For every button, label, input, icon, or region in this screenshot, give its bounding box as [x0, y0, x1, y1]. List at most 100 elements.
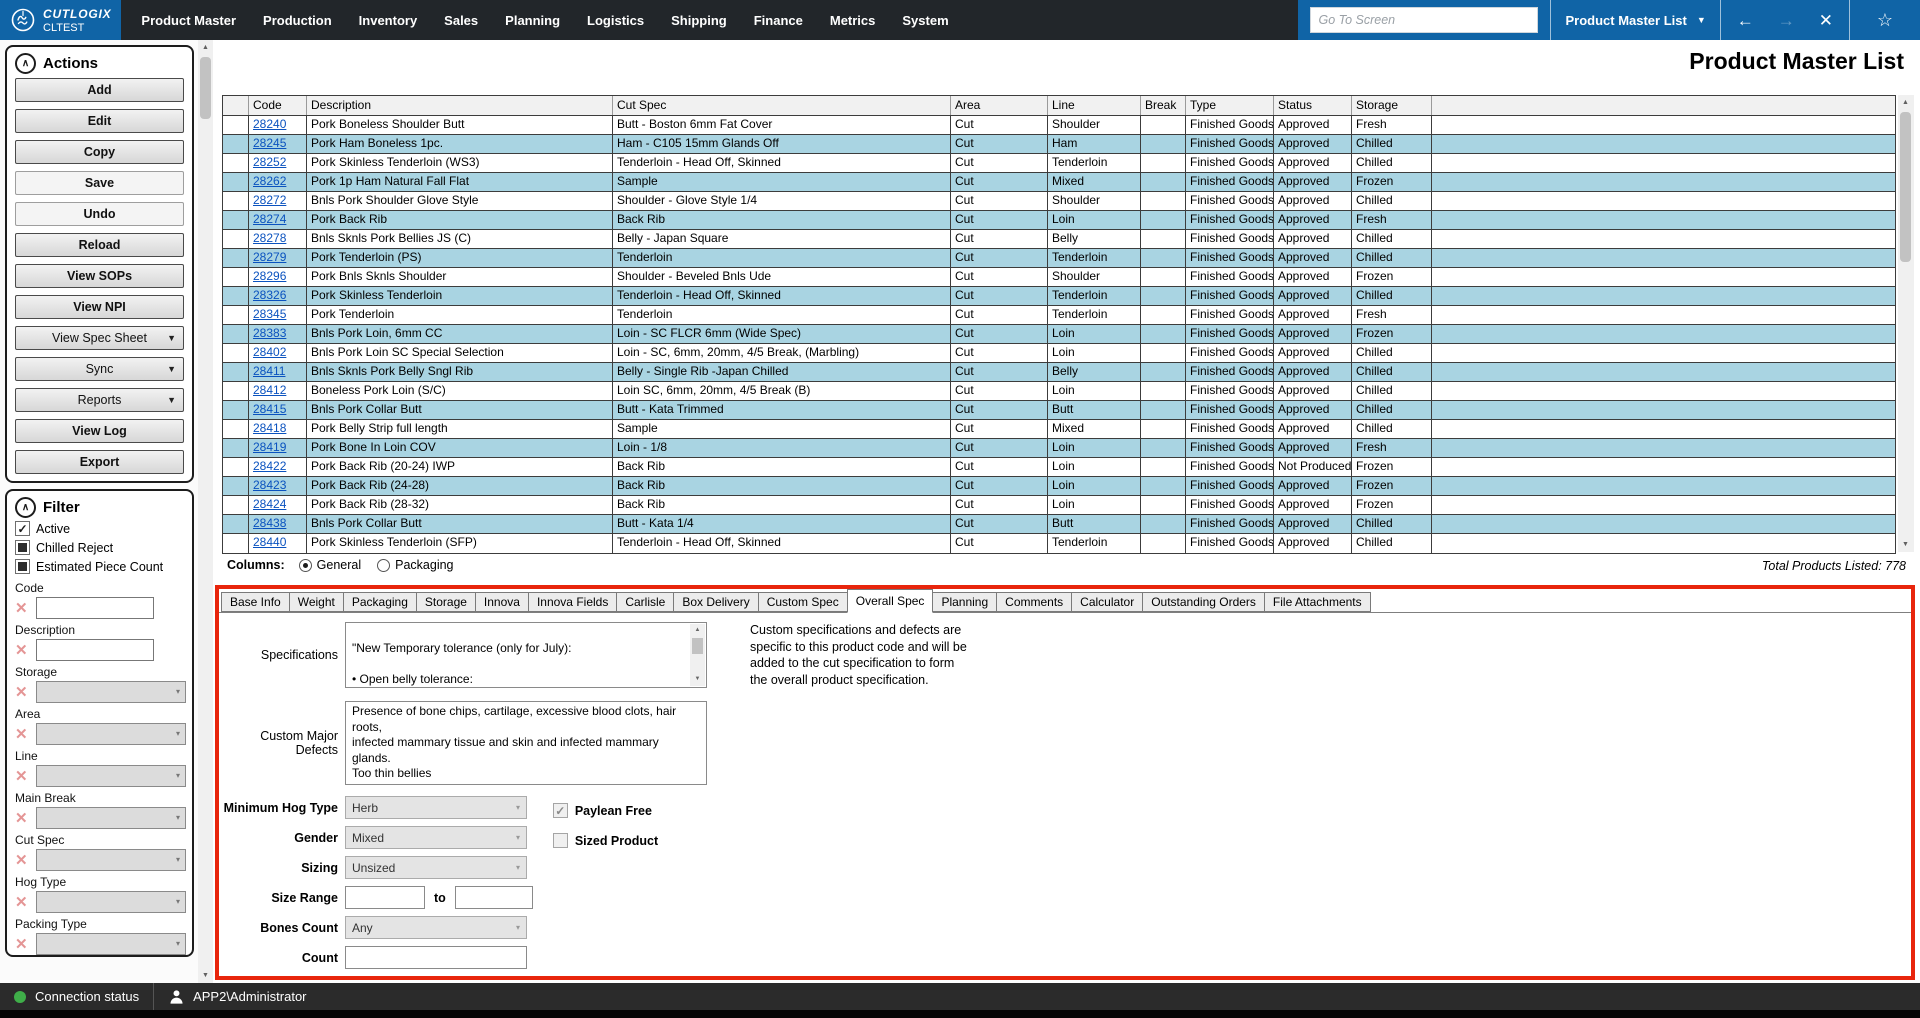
scroll-down-icon[interactable]: ▼ — [1898, 537, 1913, 552]
tab-carlisle[interactable]: Carlisle — [616, 592, 674, 612]
table-row[interactable]: 28415Bnls Pork Collar ButtButt - Kata Tr… — [223, 401, 1895, 420]
view-spec-sheet-button[interactable]: View Spec Sheet▼ — [15, 326, 184, 350]
sync-button[interactable]: Sync▼ — [15, 357, 184, 381]
table-row[interactable]: 28412Boneless Pork Loin (S/C)Loin SC, 6m… — [223, 382, 1895, 401]
product-code-link[interactable]: 28415 — [253, 402, 286, 416]
clear-filter-icon[interactable]: ✕ — [15, 769, 31, 784]
hog-type-filter-select[interactable]: ▾ — [36, 891, 186, 913]
column-header-description[interactable]: Description — [307, 96, 613, 115]
column-header-storage[interactable]: Storage — [1352, 96, 1432, 115]
radio-general[interactable]: General — [299, 558, 361, 572]
table-row[interactable]: 28402Bnls Pork Loin SC Special Selection… — [223, 344, 1895, 363]
collapse-filter-icon[interactable]: ∧ — [15, 497, 36, 518]
table-row[interactable]: 28279Pork Tenderloin (PS)TenderloinCutTe… — [223, 249, 1895, 268]
tab-weight[interactable]: Weight — [289, 592, 344, 612]
table-row[interactable]: 28272Bnls Pork Shoulder Glove StyleShoul… — [223, 192, 1895, 211]
menu-item-production[interactable]: Production — [263, 13, 332, 28]
product-code-link[interactable]: 28383 — [253, 326, 286, 340]
menu-item-metrics[interactable]: Metrics — [830, 13, 876, 28]
storage-filter-select[interactable]: ▾ — [36, 681, 186, 703]
product-code-link[interactable]: 28240 — [253, 117, 286, 131]
custom-major-defects-textarea[interactable]: Presence of bone chips, cartilage, exces… — [345, 701, 707, 785]
tab-innova[interactable]: Innova — [475, 592, 529, 612]
column-header-cut-spec[interactable]: Cut Spec — [613, 96, 951, 115]
product-code-link[interactable]: 28423 — [253, 478, 286, 492]
table-row[interactable]: 28274Pork Back RibBack RibCutLoinFinishe… — [223, 211, 1895, 230]
gender-select[interactable]: Mixed▾ — [345, 826, 527, 849]
scroll-up-icon[interactable]: ▲ — [198, 40, 213, 55]
size-range-to-input[interactable] — [455, 886, 533, 909]
menu-item-finance[interactable]: Finance — [754, 13, 803, 28]
table-row[interactable]: 28422Pork Back Rib (20-24) IWPBack RibCu… — [223, 458, 1895, 477]
reports-button[interactable]: Reports▼ — [15, 388, 184, 412]
back-arrow-icon[interactable]: ← — [1737, 12, 1754, 29]
product-code-link[interactable]: 28345 — [253, 307, 286, 321]
product-code-link[interactable]: 28274 — [253, 212, 286, 226]
column-header-status[interactable]: Status — [1274, 96, 1352, 115]
line-filter-select[interactable]: ▾ — [36, 765, 186, 787]
specifications-textarea[interactable]: "New Temporary tolerance (only for July)… — [345, 622, 707, 688]
clear-filter-icon[interactable]: ✕ — [15, 853, 31, 868]
main-break-filter-select[interactable]: ▾ — [36, 807, 186, 829]
table-row[interactable]: 28411Bnls Sknls Pork Belly Sngl RibBelly… — [223, 363, 1895, 382]
menu-item-logistics[interactable]: Logistics — [587, 13, 644, 28]
view-sops-button[interactable]: View SOPs — [15, 264, 184, 288]
app-logo[interactable]: CUTLOGIX CLTEST — [0, 0, 121, 40]
tab-overall-spec[interactable]: Overall Spec — [847, 589, 934, 613]
close-icon[interactable]: ✕ — [1819, 12, 1833, 29]
table-row[interactable]: 28424Pork Back Rib (28-32)Back RibCutLoi… — [223, 496, 1895, 515]
product-code-link[interactable]: 28419 — [253, 440, 286, 454]
bones-count-select[interactable]: Any▾ — [345, 916, 527, 939]
table-row[interactable]: 28383Bnls Pork Loin, 6mm CCLoin - SC FLC… — [223, 325, 1895, 344]
view-npi-button[interactable]: View NPI — [15, 295, 184, 319]
menu-item-inventory[interactable]: Inventory — [359, 13, 418, 28]
product-code-link[interactable]: 28422 — [253, 459, 286, 473]
sidebar-scrollbar-thumb[interactable] — [200, 57, 211, 119]
description-filter-input[interactable] — [36, 639, 154, 661]
code-filter-input[interactable] — [36, 597, 154, 619]
product-code-link[interactable]: 28412 — [253, 383, 286, 397]
product-code-link[interactable]: 28279 — [253, 250, 286, 264]
clear-filter-icon[interactable]: ✕ — [15, 895, 31, 910]
product-code-link[interactable]: 28411 — [253, 364, 285, 378]
undo-button[interactable]: Undo — [15, 202, 184, 226]
table-row[interactable]: 28326Pork Skinless TenderloinTenderloin … — [223, 287, 1895, 306]
table-row[interactable]: 28240Pork Boneless Shoulder ButtButt - B… — [223, 116, 1895, 135]
active-checkbox[interactable] — [15, 521, 30, 536]
minimum-hog-type-select[interactable]: Herb▾ — [345, 796, 527, 819]
table-row[interactable]: 28418Pork Belly Strip full lengthSampleC… — [223, 420, 1895, 439]
product-code-link[interactable]: 28402 — [253, 345, 286, 359]
add-button[interactable]: Add — [15, 78, 184, 102]
table-row[interactable]: 28278Bnls Sknls Pork Bellies JS (C)Belly… — [223, 230, 1895, 249]
specifications-scrollbar-thumb[interactable] — [692, 638, 703, 654]
radio-packaging[interactable]: Packaging — [377, 558, 453, 572]
tab-file-attachments[interactable]: File Attachments — [1264, 592, 1371, 612]
count-input[interactable] — [345, 946, 527, 969]
goto-screen-input[interactable] — [1310, 7, 1538, 33]
chilled-reject-checkbox[interactable] — [15, 540, 30, 555]
table-row[interactable]: 28423Pork Back Rib (24-28)Back RibCutLoi… — [223, 477, 1895, 496]
tab-innova-fields[interactable]: Innova Fields — [528, 592, 617, 612]
clear-filter-icon[interactable]: ✕ — [15, 727, 31, 742]
packing-type-filter-select[interactable]: ▾ — [36, 933, 186, 955]
tab-storage[interactable]: Storage — [416, 592, 476, 612]
export-button[interactable]: Export — [15, 450, 184, 474]
tab-box-delivery[interactable]: Box Delivery — [673, 592, 758, 612]
product-code-link[interactable]: 28245 — [253, 136, 286, 150]
table-scrollbar-thumb[interactable] — [1900, 112, 1911, 262]
menu-item-product-master[interactable]: Product Master — [141, 13, 236, 28]
view-log-button[interactable]: View Log — [15, 419, 184, 443]
scroll-up-icon[interactable]: ▲ — [1898, 95, 1913, 110]
table-row[interactable]: 28245Pork Ham Boneless 1pc.Ham - C105 15… — [223, 135, 1895, 154]
product-code-link[interactable]: 28440 — [253, 535, 286, 549]
save-button[interactable]: Save — [15, 171, 184, 195]
screen-selector-dropdown[interactable]: Product Master List ▼ — [1551, 0, 1719, 40]
table-row[interactable]: 28438Bnls Pork Collar ButtButt - Kata 1/… — [223, 515, 1895, 534]
clear-filter-icon[interactable]: ✕ — [15, 937, 31, 952]
column-header-break[interactable]: Break — [1141, 96, 1186, 115]
column-header-area[interactable]: Area — [951, 96, 1048, 115]
tab-comments[interactable]: Comments — [996, 592, 1072, 612]
menu-item-planning[interactable]: Planning — [505, 13, 560, 28]
product-code-link[interactable]: 28424 — [253, 497, 286, 511]
collapse-actions-icon[interactable]: ∧ — [15, 53, 36, 74]
